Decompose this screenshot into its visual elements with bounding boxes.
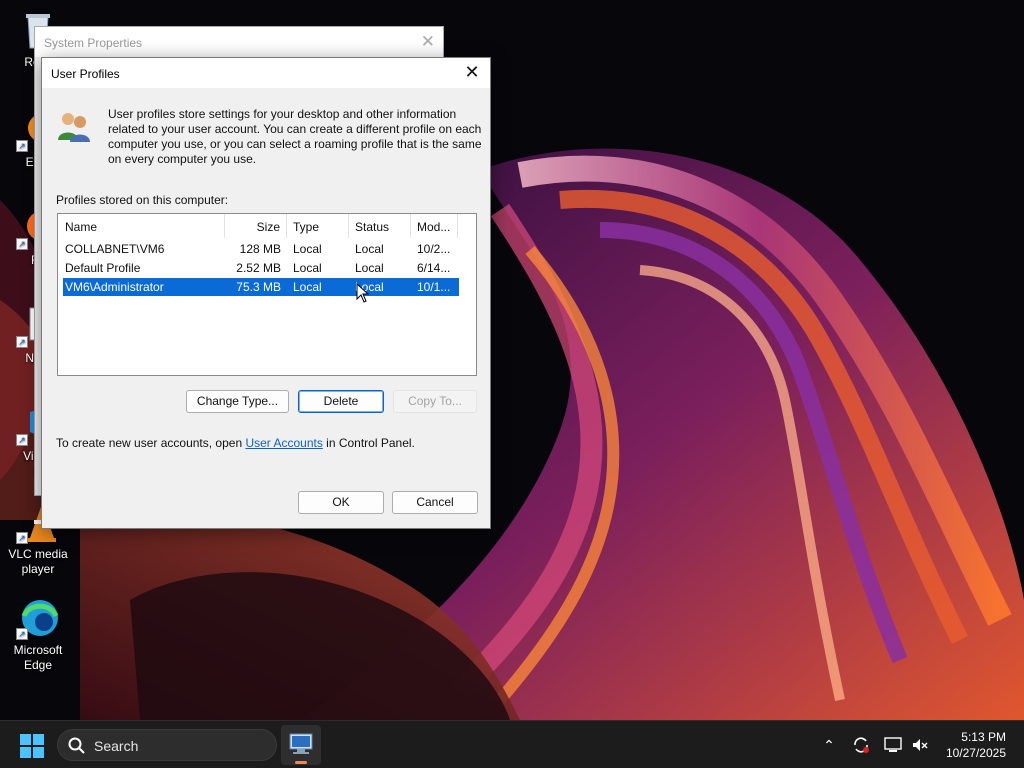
cell-size: 2.52 MB xyxy=(236,261,281,275)
column-header-modified[interactable]: Mod... xyxy=(411,214,458,238)
search-placeholder: Search xyxy=(94,738,139,754)
cell-size: 75.3 MB xyxy=(236,280,281,294)
cell-status: Local xyxy=(355,261,384,275)
change-type-button[interactable]: Change Type... xyxy=(186,390,289,413)
cell-type: Local xyxy=(293,261,322,275)
cell-name: COLLABNET\VM6 xyxy=(65,242,165,256)
cell-type: Local xyxy=(293,280,322,294)
shortcut-arrow-icon: ↗ xyxy=(16,434,28,446)
cell-type: Local xyxy=(293,242,322,256)
table-row-selected[interactable]: VM6\Administrator 75.3 MB Local Local 10… xyxy=(63,278,459,296)
system-properties-title: System Properties xyxy=(44,36,143,50)
list-header: Name Size Type Status Mod... xyxy=(58,214,476,238)
clock-date: 10/27/2025 xyxy=(945,746,1006,760)
cell-size: 128 MB xyxy=(239,242,281,256)
active-app-indicator xyxy=(295,761,307,764)
cell-status: Local xyxy=(355,242,384,256)
desktop-icon-microsoft-edge[interactable]: ↗ Microsoft Edge xyxy=(0,596,76,673)
close-icon[interactable]: ✕ xyxy=(421,32,435,52)
column-header-status[interactable]: Status xyxy=(349,214,411,238)
start-button[interactable] xyxy=(20,734,44,758)
desktop-icon-label-line2: player xyxy=(21,562,55,576)
chevron-up-icon[interactable]: ⌃ xyxy=(819,735,839,755)
dialog-title: User Profiles xyxy=(51,67,120,81)
mouse-cursor-icon xyxy=(356,282,370,303)
cell-modified: 10/2... xyxy=(417,242,451,256)
dialog-titlebar: User Profiles ✕ xyxy=(42,58,490,88)
column-header-type[interactable]: Type xyxy=(287,214,349,238)
shortcut-arrow-icon: ↗ xyxy=(16,140,28,152)
table-row[interactable]: COLLABNET\VM6 128 MB Local Local 10/2... xyxy=(63,240,459,258)
system-properties-titlebar: System Properties ✕ xyxy=(35,27,443,57)
copy-to-button[interactable]: Copy To... xyxy=(393,390,477,413)
sync-icon[interactable] xyxy=(851,735,871,755)
dialog-description: User profiles store settings for your de… xyxy=(108,107,482,166)
users-icon xyxy=(56,108,92,144)
note-text-after: in Control Panel. xyxy=(322,436,415,450)
clock-time: 5:13 PM xyxy=(961,730,1006,744)
desktop-icon-label-line2: Edge xyxy=(23,658,53,672)
desktop-icon-label: VLC media xyxy=(8,547,68,561)
shortcut-arrow-icon: ↗ xyxy=(16,628,28,640)
shortcut-arrow-icon: ↗ xyxy=(16,532,28,544)
close-button[interactable]: ✕ xyxy=(458,59,486,87)
cell-name: Default Profile xyxy=(65,261,141,275)
shortcut-arrow-icon: ↗ xyxy=(16,336,28,348)
user-accounts-link[interactable]: User Accounts xyxy=(245,436,322,450)
column-header-name[interactable]: Name xyxy=(58,214,225,238)
table-row[interactable]: Default Profile 2.52 MB Local Local 6/14… xyxy=(63,259,459,277)
taskbar: Search ⌃ 5:13 PM 10/27/2025 xyxy=(0,720,1024,768)
taskbar-app-system-properties[interactable] xyxy=(281,725,321,765)
desktop-icon-label: Microsoft xyxy=(13,643,63,657)
search-icon xyxy=(68,737,86,755)
user-profiles-dialog: User Profiles ✕ User profiles store sett… xyxy=(41,57,491,529)
ok-button[interactable]: OK xyxy=(298,491,384,514)
cell-name: VM6\Administrator xyxy=(65,280,164,294)
taskbar-search[interactable]: Search xyxy=(57,729,277,761)
profiles-list[interactable]: Name Size Type Status Mod... COLLABNET\V… xyxy=(57,213,477,376)
column-header-size[interactable]: Size xyxy=(225,214,287,238)
windows-logo-icon xyxy=(20,734,44,758)
cell-modified: 6/14... xyxy=(417,261,451,275)
shortcut-arrow-icon: ↗ xyxy=(16,238,28,250)
cell-modified: 10/1... xyxy=(417,280,451,294)
edge-icon: ↗ xyxy=(16,596,60,640)
cancel-button[interactable]: Cancel xyxy=(392,491,478,514)
network-icon[interactable] xyxy=(883,735,903,755)
note-text-before: To create new user accounts, open xyxy=(56,436,246,450)
taskbar-clock[interactable]: 5:13 PM 10/27/2025 xyxy=(946,729,1006,761)
create-accounts-note: To create new user accounts, open User A… xyxy=(56,436,415,450)
delete-button[interactable]: Delete xyxy=(298,390,384,413)
computer-settings-icon xyxy=(289,733,313,754)
profiles-list-label: Profiles stored on this computer: xyxy=(56,193,229,207)
volume-muted-icon[interactable] xyxy=(910,735,930,755)
